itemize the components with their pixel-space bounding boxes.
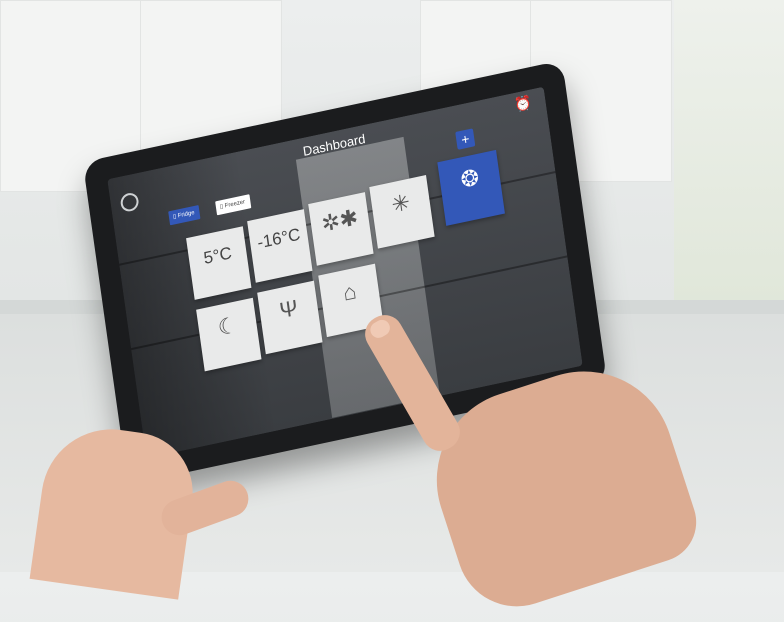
freezer-mode-button[interactable]: ▯ Freezer bbox=[215, 194, 251, 216]
fridge-temp-tile[interactable]: 5°C bbox=[186, 226, 252, 300]
super-freeze-tile[interactable]: ✲✱ bbox=[308, 192, 374, 266]
super-cool-tile[interactable]: ✳ bbox=[369, 175, 435, 249]
snowflake-icon: ✳ bbox=[390, 189, 412, 218]
menorah-icon: Ψ bbox=[277, 294, 300, 324]
fridge-mode-button[interactable]: ▯ Fridge bbox=[168, 204, 201, 226]
fridge-temp-value: 5°C bbox=[202, 243, 233, 268]
moon-icon: ☾ bbox=[216, 311, 240, 341]
snowflakes-icon: ✲✱ bbox=[319, 204, 360, 237]
vacation-icon: ⌂ bbox=[341, 278, 358, 306]
sabbath-mode-tile[interactable]: Ψ bbox=[257, 280, 323, 355]
night-mode-tile[interactable]: ☾ bbox=[196, 297, 262, 372]
window bbox=[674, 0, 784, 330]
settings-icon[interactable] bbox=[119, 191, 140, 214]
ice-maker-tile[interactable]: ❂ bbox=[437, 149, 505, 226]
freezer-temp-tile[interactable]: -16°C bbox=[247, 209, 313, 283]
fingernail bbox=[367, 316, 393, 341]
add-button[interactable]: + bbox=[455, 128, 476, 150]
alarm-icon[interactable]: ⏰ bbox=[513, 94, 532, 115]
freezer-temp-value: -16°C bbox=[256, 224, 302, 253]
freezer-mode-label: Freezer bbox=[224, 199, 246, 210]
fridge-mode-label: Fridge bbox=[177, 209, 195, 220]
ice-icon: ❂ bbox=[459, 164, 481, 193]
